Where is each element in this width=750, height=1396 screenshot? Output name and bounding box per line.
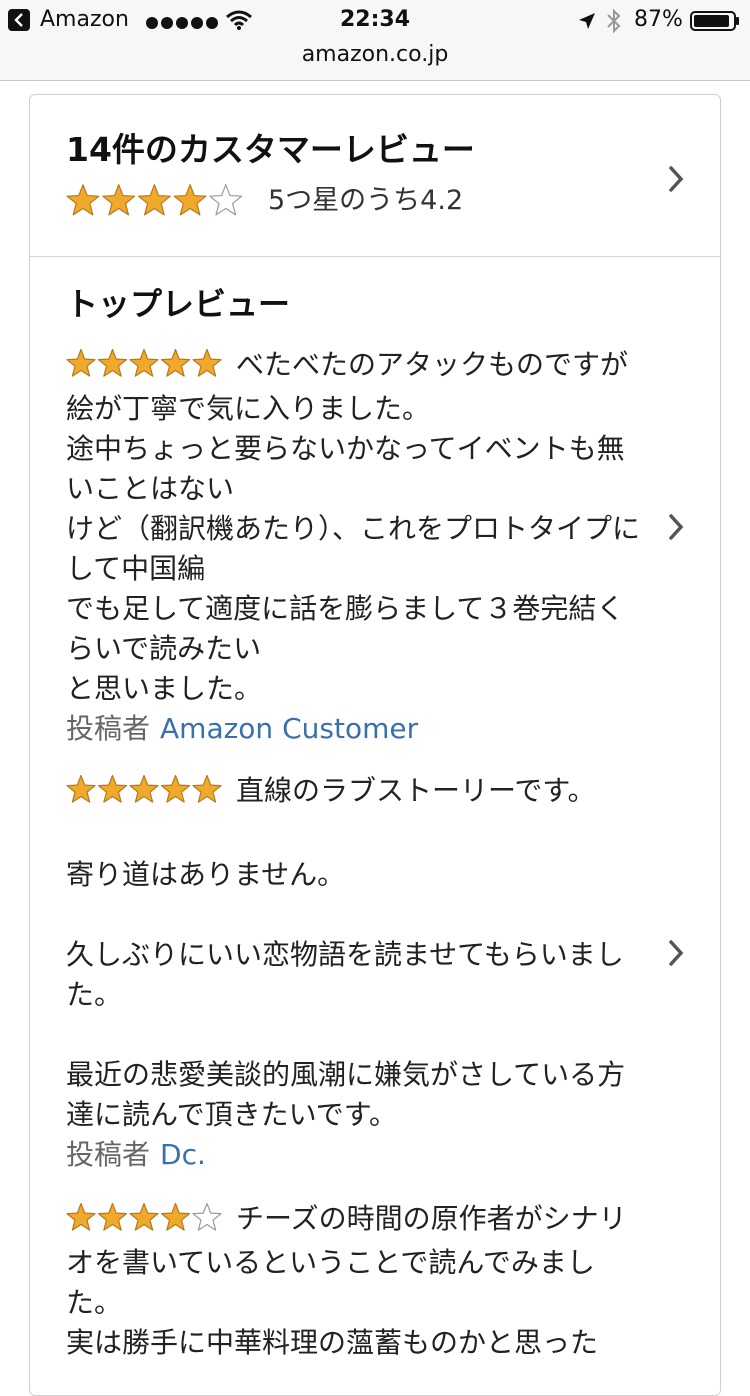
author-prefix: 投稿者	[66, 1138, 151, 1171]
star-filled-icon	[129, 348, 159, 377]
review-text: 直線のラブストーリーです。 寄り道はありません。 久しぶりにいい恋物語を読ませて…	[66, 774, 626, 1131]
review-star-rating	[66, 1202, 222, 1243]
review-item[interactable]: べたべたのアタックものですが絵が丁寧で気に入りました。 途中ちょっと要らないかな…	[66, 345, 646, 749]
star-filled-icon	[129, 1202, 159, 1231]
author-link[interactable]: Amazon Customer	[160, 712, 418, 745]
url-bar[interactable]: amazon.co.jp	[0, 40, 750, 70]
rating-text: 5つ星のうち4.2	[268, 185, 464, 216]
star-filled-icon	[160, 1202, 191, 1231]
location-arrow-icon	[579, 13, 595, 29]
review-body: 直線のラブストーリーです。 寄り道はありません。 久しぶりにいい恋物語を読ませて…	[66, 771, 646, 1135]
bluetooth-icon	[607, 8, 621, 34]
chevron-right-icon[interactable]	[667, 939, 685, 967]
reviews-card: 14件のカスタマーレビュー 5つ星のうち4.2 トップレビュー べたべたのアタッ…	[29, 94, 721, 1396]
star-filled-icon	[97, 774, 128, 803]
review-author-line: 投稿者 Dc.	[66, 1135, 646, 1175]
star-filled-icon	[97, 1202, 128, 1231]
chevron-right-icon[interactable]	[667, 513, 685, 541]
author-prefix: 投稿者	[66, 712, 151, 745]
review-star-rating	[66, 348, 222, 389]
star-filled-icon	[173, 184, 207, 216]
star-empty-icon	[192, 1202, 222, 1231]
star-filled-icon	[129, 774, 159, 803]
star-filled-icon	[97, 348, 128, 377]
battery-icon	[690, 11, 739, 31]
star-filled-icon	[66, 348, 96, 377]
star-filled-icon	[160, 348, 191, 377]
review-body: チーズの時間の原作者がシナリオを書いているということで読んでみました。 実は勝手…	[66, 1199, 646, 1363]
review-author-line: 投稿者 Amazon Customer	[66, 709, 646, 749]
review-star-rating	[66, 774, 222, 815]
star-empty-icon	[209, 184, 243, 216]
star-filled-icon	[66, 1202, 96, 1231]
review-item[interactable]: 直線のラブストーリーです。 寄り道はありません。 久しぶりにいい恋物語を読ませて…	[66, 771, 646, 1175]
chevron-right-icon[interactable]	[667, 165, 685, 193]
review-item[interactable]: チーズの時間の原作者がシナリオを書いているということで読んでみました。 実は勝手…	[66, 1199, 646, 1363]
summary-star-rating	[66, 183, 243, 221]
review-body: べたべたのアタックものですが絵が丁寧で気に入りました。 途中ちょっと要らないかな…	[66, 345, 646, 709]
author-link[interactable]: Dc.	[160, 1138, 206, 1171]
status-bar: Amazon 22:34 87% amazon.co.jp	[0, 0, 750, 81]
review-summary[interactable]: 14件のカスタマーレビュー 5つ星のうち4.2	[30, 95, 720, 257]
star-filled-icon	[66, 774, 96, 803]
review-count-title: 14件のカスタマーレビュー	[66, 130, 475, 169]
star-filled-icon	[102, 184, 136, 216]
top-reviews-heading: トップレビュー	[66, 285, 291, 323]
battery-percent: 87%	[634, 7, 683, 32]
review-text: べたべたのアタックものですが絵が丁寧で気に入りました。 途中ちょっと要らないかな…	[66, 348, 641, 705]
star-filled-icon	[66, 184, 100, 216]
star-filled-icon	[192, 348, 222, 377]
star-filled-icon	[192, 774, 222, 803]
star-filled-icon	[160, 774, 191, 803]
star-filled-icon	[137, 184, 171, 216]
